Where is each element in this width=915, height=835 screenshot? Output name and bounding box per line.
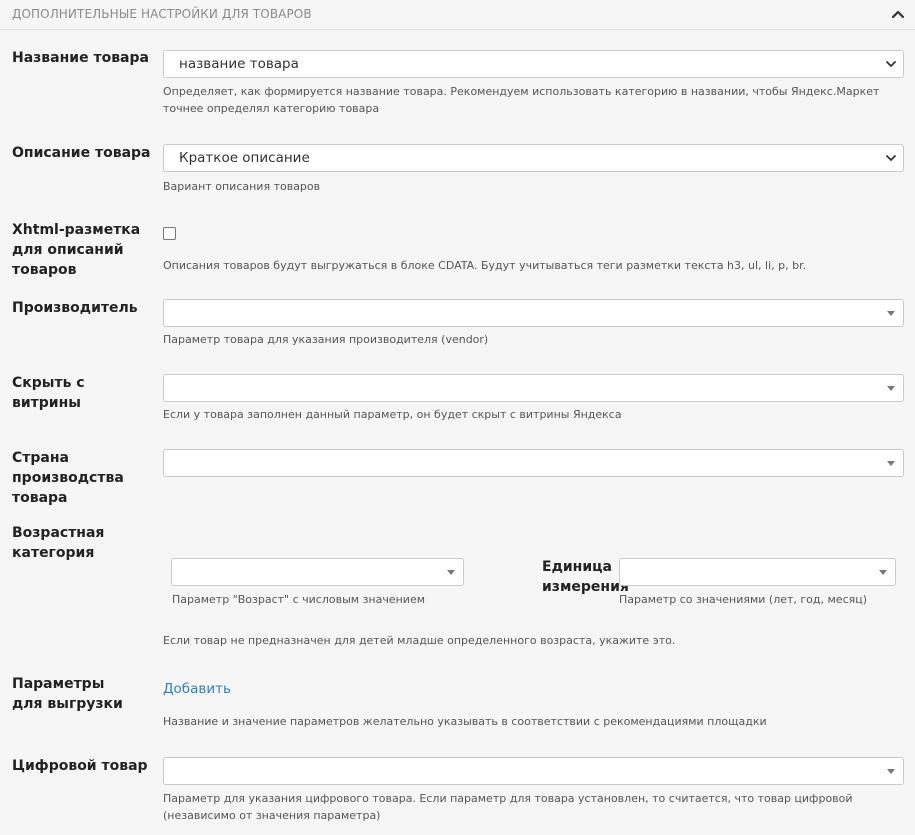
caret-down-icon — [887, 461, 895, 466]
section-header[interactable]: ДОПОЛНИТЕЛЬНЫЕ НАСТРОЙКИ ДЛЯ ТОВАРОВ — [0, 0, 915, 30]
caret-down-icon — [879, 570, 887, 575]
xhtml-label: Xhtml-разметка для описаний товаров — [12, 222, 141, 278]
unit-select[interactable] — [619, 558, 896, 586]
hide-showcase-select[interactable] — [163, 374, 904, 402]
vendor-hint: Параметр товара для указания производите… — [163, 333, 489, 346]
age-select[interactable] — [171, 558, 464, 586]
caret-down-icon — [887, 386, 895, 391]
digital-label: Цифровой товар — [12, 758, 148, 774]
unit-label: Единица измерения — [542, 559, 629, 595]
digital-select[interactable] — [163, 757, 904, 785]
export-params-label: Параметры для выгрузки — [12, 676, 123, 712]
product-name-select-value: название товара — [179, 56, 299, 72]
caret-down-icon — [887, 769, 895, 774]
age-label: Возрастная категория — [12, 525, 105, 561]
export-params-hint: Название и значение параметров желательн… — [163, 715, 767, 728]
hide-showcase-label: Скрыть с витрины — [12, 375, 85, 411]
product-description-hint: Вариант описания товаров — [163, 180, 321, 193]
product-description-select-value: Краткое описание — [179, 150, 310, 166]
product-name-hint: Определяет, как формируется название тов… — [163, 85, 880, 115]
section-title: ДОПОЛНИТЕЛЬНЫЕ НАСТРОЙКИ ДЛЯ ТОВАРОВ — [12, 7, 312, 21]
xhtml-checkbox[interactable] — [163, 227, 176, 240]
vendor-label: Производитель — [12, 300, 138, 316]
chevron-up-icon[interactable] — [891, 8, 905, 20]
hide-showcase-hint: Если у товара заполнен данный параметр, … — [163, 408, 622, 421]
product-name-label: Название товара — [12, 50, 149, 66]
country-label: Страна производства товара — [12, 450, 124, 506]
age-general-hint: Если товар не предназначен для детей мла… — [163, 634, 676, 647]
add-param-link[interactable]: Добавить — [163, 681, 231, 697]
product-name-select[interactable]: название товара — [163, 50, 904, 78]
chevron-down-icon — [886, 155, 896, 161]
vendor-select[interactable] — [163, 299, 904, 327]
caret-down-icon — [447, 570, 455, 575]
product-description-label: Описание товара — [12, 145, 151, 161]
age-hint: Параметр "Возраст" с числовым значением — [172, 593, 426, 606]
product-description-select[interactable]: Краткое описание — [163, 144, 904, 172]
chevron-down-icon — [886, 61, 896, 67]
digital-hint: Параметр для указания цифрового товара. … — [163, 792, 853, 822]
country-select[interactable] — [163, 449, 904, 477]
xhtml-hint: Описания товаров будут выгружаться в бло… — [163, 259, 807, 272]
unit-hint: Параметр со значениями (лет, год, месяц) — [619, 593, 868, 606]
caret-down-icon — [887, 311, 895, 316]
